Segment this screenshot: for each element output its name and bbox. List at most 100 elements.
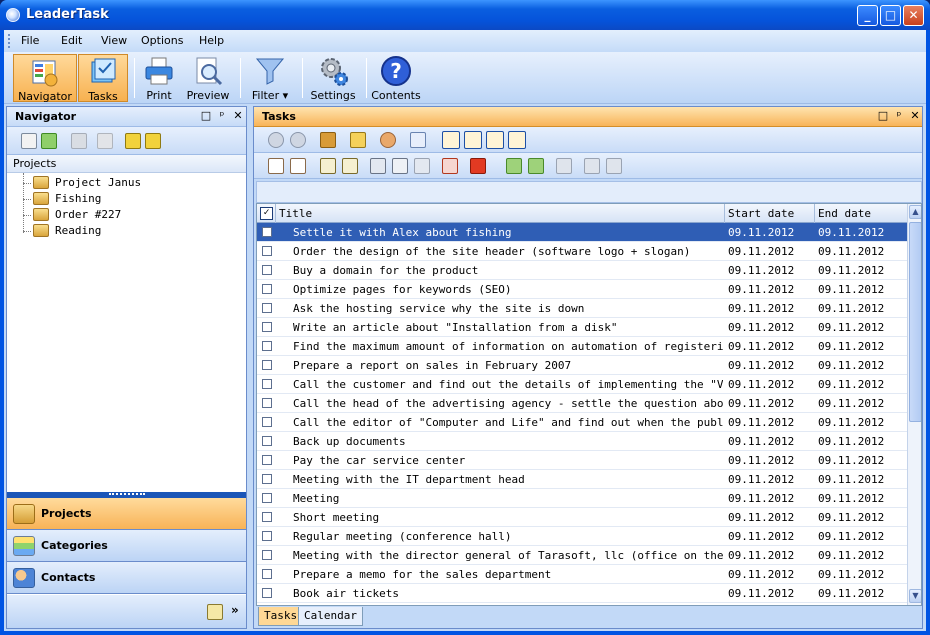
sort-up-icon[interactable] bbox=[464, 131, 482, 149]
edit-task-icon[interactable] bbox=[320, 158, 336, 174]
properties-icon[interactable] bbox=[342, 158, 358, 174]
close-icon[interactable]: ✕ bbox=[908, 109, 922, 122]
expand-icon[interactable] bbox=[486, 131, 504, 149]
briefcase-icon[interactable] bbox=[320, 132, 336, 148]
table-row[interactable]: Regular meeting (conference hall) 09.11.2… bbox=[257, 527, 907, 546]
nav-section-contacts[interactable]: Contacts bbox=[7, 562, 246, 594]
outdent-icon[interactable] bbox=[528, 158, 544, 174]
column-end-date[interactable]: End date bbox=[815, 204, 907, 223]
vertical-scrollbar[interactable]: ▲ ▼ bbox=[907, 204, 921, 605]
table-row[interactable]: Call the head of the advertising agency … bbox=[257, 394, 907, 413]
person-icon[interactable] bbox=[380, 132, 396, 148]
task-checkbox[interactable] bbox=[262, 512, 272, 522]
table-row[interactable]: Find the maximum amount of information o… bbox=[257, 337, 907, 356]
preview-button[interactable]: Preview bbox=[184, 54, 232, 102]
table-row[interactable]: Write an article about "Installation fro… bbox=[257, 318, 907, 337]
table-row[interactable]: Optimize pages for keywords (SEO) 09.11.2… bbox=[257, 280, 907, 299]
export-icon[interactable] bbox=[584, 158, 600, 174]
indent-icon[interactable] bbox=[506, 158, 522, 174]
task-checkbox[interactable] bbox=[262, 303, 272, 313]
archive-icon[interactable] bbox=[556, 158, 572, 174]
task-checkbox[interactable] bbox=[262, 436, 272, 446]
back-icon[interactable] bbox=[268, 132, 284, 148]
select-all-checkbox[interactable]: ✓ bbox=[260, 207, 273, 220]
table-row[interactable]: Settle it with Alex about fishing 09.11.2… bbox=[257, 223, 907, 242]
tab-tasks[interactable]: Tasks bbox=[258, 607, 304, 626]
table-row[interactable]: Meeting with the IT department head 09.11… bbox=[257, 470, 907, 489]
add-folder-icon[interactable] bbox=[41, 133, 57, 149]
copy-icon[interactable] bbox=[370, 158, 386, 174]
task-checkbox[interactable] bbox=[262, 341, 272, 351]
task-checkbox[interactable] bbox=[262, 531, 272, 541]
calendar-icon[interactable] bbox=[410, 132, 426, 148]
table-row[interactable]: Pay the car service center 09.11.2012 09.1… bbox=[257, 451, 907, 470]
delete-icon[interactable] bbox=[97, 133, 113, 149]
contents-button[interactable]: ? Contents bbox=[370, 54, 422, 102]
table-row[interactable]: Short meeting 09.11.2012 09.11.2012 bbox=[257, 508, 907, 527]
navigator-button[interactable]: Navigator bbox=[13, 54, 77, 103]
sort-down-icon[interactable] bbox=[442, 131, 460, 149]
task-checkbox[interactable] bbox=[262, 398, 272, 408]
task-checkbox[interactable] bbox=[262, 265, 272, 275]
new-task-icon[interactable] bbox=[268, 158, 284, 174]
table-row[interactable]: Prepare a memo for the sales department 0… bbox=[257, 565, 907, 584]
print-button[interactable]: Print bbox=[138, 54, 180, 102]
cut-icon[interactable] bbox=[392, 158, 408, 174]
task-checkbox[interactable] bbox=[262, 379, 272, 389]
menu-options[interactable]: Options bbox=[141, 34, 183, 47]
flag-icon[interactable] bbox=[470, 158, 486, 174]
scroll-down-icon[interactable]: ▼ bbox=[909, 589, 921, 603]
window-icon[interactable]: □ bbox=[876, 109, 890, 122]
new-project-icon[interactable] bbox=[21, 133, 37, 149]
edit-icon[interactable] bbox=[71, 133, 87, 149]
menu-file[interactable]: File bbox=[21, 34, 39, 47]
task-checkbox[interactable] bbox=[262, 493, 272, 503]
collapse-icon[interactable] bbox=[508, 131, 526, 149]
column-start-date[interactable]: Start date bbox=[725, 204, 815, 223]
table-row[interactable]: Meeting 09.11.2012 09.11.2012 bbox=[257, 489, 907, 508]
task-checkbox[interactable] bbox=[262, 284, 272, 294]
task-checkbox[interactable] bbox=[262, 569, 272, 579]
tasks-button[interactable]: Tasks bbox=[78, 54, 128, 103]
overflow-icon[interactable]: » bbox=[231, 603, 239, 617]
table-row[interactable]: Buy a domain for the product 09.11.2012 09… bbox=[257, 261, 907, 280]
calendar-icon[interactable] bbox=[207, 604, 223, 620]
scroll-thumb[interactable] bbox=[909, 222, 921, 422]
pin-icon[interactable]: ᵖ bbox=[892, 109, 906, 122]
task-checkbox[interactable] bbox=[262, 227, 272, 237]
move-up-icon[interactable] bbox=[145, 133, 161, 149]
forward-icon[interactable] bbox=[290, 132, 306, 148]
minimize-button[interactable]: _ bbox=[857, 5, 878, 26]
group-by-strip[interactable] bbox=[256, 181, 922, 203]
chevron-down-icon[interactable]: ▾ bbox=[283, 89, 289, 102]
task-checkbox[interactable] bbox=[262, 455, 272, 465]
nav-section-categories[interactable]: Categories bbox=[7, 530, 246, 562]
menu-help[interactable]: Help bbox=[199, 34, 224, 47]
scroll-up-icon[interactable]: ▲ bbox=[909, 205, 921, 219]
task-checkbox[interactable] bbox=[262, 550, 272, 560]
import-icon[interactable] bbox=[606, 158, 622, 174]
table-row[interactable]: Order the design of the site header (sof… bbox=[257, 242, 907, 261]
move-down-icon[interactable] bbox=[125, 133, 141, 149]
title-bar[interactable]: LeaderTask _ □ ✕ bbox=[0, 0, 930, 30]
new-subtask-icon[interactable] bbox=[290, 158, 306, 174]
window-icon[interactable]: □ bbox=[199, 109, 213, 122]
task-checkbox[interactable] bbox=[262, 322, 272, 332]
table-row[interactable]: Prepare a report on sales in February 20… bbox=[257, 356, 907, 375]
task-checkbox[interactable] bbox=[262, 246, 272, 256]
task-checkbox[interactable] bbox=[262, 417, 272, 427]
maximize-button[interactable]: □ bbox=[880, 5, 901, 26]
paste-icon[interactable] bbox=[414, 158, 430, 174]
column-title[interactable]: Title bbox=[276, 204, 725, 223]
task-checkbox[interactable] bbox=[262, 360, 272, 370]
table-row[interactable]: Call the customer and find out the detai… bbox=[257, 375, 907, 394]
toolbar-grip[interactable] bbox=[8, 34, 11, 48]
close-icon[interactable]: ✕ bbox=[231, 109, 245, 122]
select-all-column[interactable]: ✓ bbox=[257, 204, 276, 223]
menu-view[interactable]: View bbox=[101, 34, 127, 47]
task-checkbox[interactable] bbox=[262, 588, 272, 598]
table-row[interactable]: Back up documents 09.11.2012 09.11.2012 bbox=[257, 432, 907, 451]
table-row[interactable]: Call the editor of "Computer and Life" a… bbox=[257, 413, 907, 432]
close-button[interactable]: ✕ bbox=[903, 5, 924, 26]
table-row[interactable]: Book air tickets 09.11.2012 09.11.2012 bbox=[257, 584, 907, 603]
